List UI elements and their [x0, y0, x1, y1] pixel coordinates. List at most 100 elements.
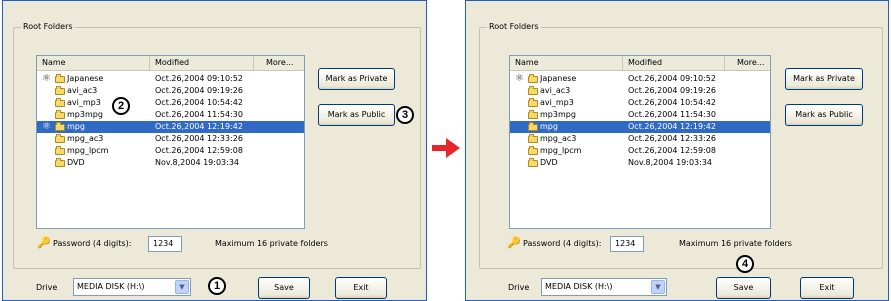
group-title: Root Folders [21, 21, 75, 33]
key-icon: 🔑 [507, 236, 521, 249]
mark-as-private-button[interactable]: Mark as Private [785, 68, 863, 90]
list-item[interactable]: mp3mpg Oct.26,2004 11:54:30 [37, 109, 304, 121]
list-item[interactable]: avi_mp3 Oct.26,2004 10:54:42 [37, 97, 304, 109]
callout-4: 4 [736, 255, 754, 273]
dialog-before: Root Folders Name Modified More... ⚛ Japa… [2, 0, 427, 301]
arrow-right-icon [432, 138, 460, 158]
list-item[interactable]: DVD Nov.8,2004 19:03:34 [510, 157, 770, 169]
group-title: Root Folders [487, 21, 541, 33]
folder-name: avi_ac3 [540, 86, 571, 95]
column-header-modified[interactable]: Modified [150, 56, 254, 70]
folder-name: mpg [67, 122, 85, 131]
mark-as-private-button[interactable]: Mark as Private [318, 68, 395, 90]
list-item[interactable]: mpg_lpcm Oct.26,2004 12:59:08 [510, 145, 770, 157]
folder-modified: Nov.8,2004 19:03:34 [155, 158, 239, 167]
list-item-selected[interactable]: mpg Oct.26,2004 12:19:42 [510, 121, 770, 133]
folder-icon [55, 98, 65, 107]
drive-value: MEDIA DISK (H:\) [77, 282, 145, 291]
folder-icon [55, 158, 65, 167]
folder-icon [55, 122, 65, 131]
folder-name: mpg_lpcm [540, 146, 582, 155]
folder-name: mpg_ac3 [67, 134, 104, 143]
drive-select[interactable]: MEDIA DISK (H:\) ▼ [541, 278, 667, 296]
list-header: Name Modified More... [510, 56, 770, 71]
list-item[interactable]: DVD Nov.8,2004 19:03:34 [37, 157, 304, 169]
password-label: Password (4 digits): [523, 239, 602, 248]
list-item[interactable]: mpg_ac3 Oct.26,2004 12:33:26 [510, 133, 770, 145]
key-icon: 🔑 [37, 236, 51, 249]
list-item[interactable]: ⚛ Japanese Oct.26,2004 09:10:52 [510, 73, 770, 85]
folder-modified: Oct.26,2004 09:10:52 [155, 74, 243, 83]
folder-modified: Oct.26,2004 12:59:08 [628, 146, 716, 155]
folder-name: avi_ac3 [67, 86, 98, 95]
folder-name: avi_mp3 [540, 98, 574, 107]
folder-icon [55, 134, 65, 143]
folder-name: mp3mpg [540, 110, 576, 119]
save-button[interactable]: Save [258, 277, 310, 299]
folder-name: Japanese [67, 74, 104, 83]
mark-as-public-button[interactable]: Mark as Public [318, 104, 395, 126]
list-header: Name Modified More... [37, 56, 304, 71]
folder-icon [528, 122, 538, 131]
drive-label: Drive [36, 283, 58, 292]
list-item[interactable]: mpg_ac3 Oct.26,2004 12:33:26 [37, 133, 304, 145]
folder-modified: Oct.26,2004 12:19:42 [628, 122, 716, 131]
folder-icon [528, 86, 538, 95]
folder-name: DVD [540, 158, 558, 167]
chevron-down-icon[interactable]: ▼ [651, 280, 665, 294]
column-header-name[interactable]: Name [510, 56, 623, 70]
drive-value: MEDIA DISK (H:\) [545, 282, 613, 291]
folder-list[interactable]: Name Modified More... ⚛ Japanese Oct.26,20… [36, 55, 305, 229]
folder-modified: Oct.26,2004 12:33:26 [628, 134, 716, 143]
column-header-name[interactable]: Name [37, 56, 150, 70]
folder-name: Japanese [540, 74, 577, 83]
folder-icon [528, 74, 538, 83]
password-label: Password (4 digits): [53, 239, 132, 248]
folder-name: mp3mpg [67, 110, 103, 119]
list-item[interactable]: avi_ac3 Oct.26,2004 09:19:26 [37, 85, 304, 97]
folder-list[interactable]: Name Modified More... ⚛ Japanese Oct.26,20… [509, 55, 771, 229]
folder-icon [528, 146, 538, 155]
dialog-after: Root Folders Name Modified More... ⚛ Japa… [465, 0, 889, 301]
save-button[interactable]: Save [716, 277, 771, 299]
folder-name: avi_mp3 [67, 98, 101, 107]
lock-icon: ⚛ [42, 121, 51, 132]
folder-name: mpg [540, 122, 558, 131]
folder-icon [55, 110, 65, 119]
mark-as-public-button[interactable]: Mark as Public [785, 104, 863, 126]
folder-name: DVD [67, 158, 85, 167]
list-item[interactable]: ⚛ Japanese Oct.26,2004 09:10:52 [37, 73, 304, 85]
folder-modified: Oct.26,2004 10:54:42 [628, 98, 716, 107]
list-item[interactable]: avi_mp3 Oct.26,2004 10:54:42 [510, 97, 770, 109]
folder-icon [528, 158, 538, 167]
folder-modified: Oct.26,2004 11:54:30 [155, 110, 243, 119]
list-item[interactable]: mpg_lpcm Oct.26,2004 12:59:08 [37, 145, 304, 157]
folder-modified: Oct.26,2004 10:54:42 [155, 98, 243, 107]
folder-icon [55, 74, 65, 83]
folder-icon [528, 134, 538, 143]
folder-modified: Oct.26,2004 12:33:26 [155, 134, 243, 143]
drive-label: Drive [508, 283, 530, 292]
column-header-more[interactable]: More... [254, 56, 304, 70]
column-header-modified[interactable]: Modified [623, 56, 725, 70]
folder-modified: Oct.26,2004 09:19:26 [155, 86, 243, 95]
max-private-note: Maximum 16 private folders [679, 239, 792, 248]
folder-modified: Oct.26,2004 09:19:26 [628, 86, 716, 95]
max-private-note: Maximum 16 private folders [215, 239, 328, 248]
list-item[interactable]: mp3mpg Oct.26,2004 11:54:30 [510, 109, 770, 121]
folder-icon [528, 98, 538, 107]
list-item[interactable]: avi_ac3 Oct.26,2004 09:19:26 [510, 85, 770, 97]
password-input[interactable]: 1234 [610, 236, 644, 252]
exit-button[interactable]: Exit [335, 277, 387, 299]
folder-icon [528, 110, 538, 119]
folder-modified: Nov.8,2004 19:03:34 [628, 158, 712, 167]
lock-icon: ⚛ [42, 73, 51, 84]
lock-icon: ⚛ [515, 73, 524, 84]
column-header-more[interactable]: More... [725, 56, 770, 70]
folder-modified: Oct.26,2004 12:19:42 [155, 122, 243, 131]
exit-button[interactable]: Exit [800, 277, 854, 299]
chevron-down-icon[interactable]: ▼ [175, 280, 189, 294]
password-input[interactable]: 1234 [148, 236, 182, 252]
list-item-selected[interactable]: ⚛ mpg Oct.26,2004 12:19:42 [37, 121, 304, 133]
drive-select[interactable]: MEDIA DISK (H:\) ▼ [73, 278, 191, 296]
